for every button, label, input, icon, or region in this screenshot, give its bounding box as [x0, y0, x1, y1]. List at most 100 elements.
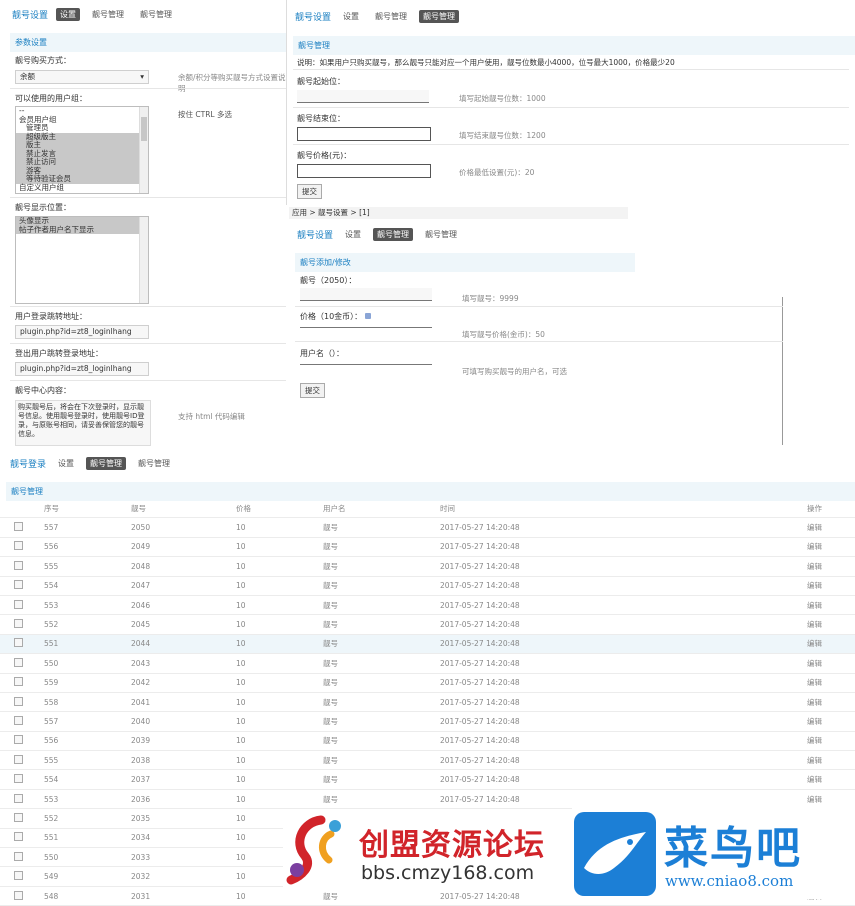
start-number-label: 靓号起始位： — [297, 77, 345, 86]
usergroup-listbox[interactable]: -- 会员用户组 管理员 超级版主 版主 禁止发言 禁止访问 游客 等待验证会员 自定义用户组 — [15, 106, 149, 194]
row-checkbox[interactable] — [14, 715, 23, 725]
table-row[interactable]: 555 2038 10 靓号 2017-05-27 14:20:48 编辑 — [0, 750, 855, 771]
tab-number-list[interactable]: 靓号管理 — [134, 457, 174, 470]
row-edit-link[interactable]: 编辑 — [807, 750, 855, 771]
row-checkbox[interactable] — [14, 522, 23, 532]
scrollbar[interactable] — [139, 217, 148, 303]
number-input[interactable] — [300, 288, 432, 301]
html-hint: 支持 html 代码编辑 — [178, 412, 245, 421]
table-row[interactable]: 556 2049 10 靓号 2017-05-27 14:20:48 编辑 — [0, 537, 855, 558]
row-checkbox[interactable] — [14, 599, 23, 609]
listbox-option[interactable]: 帖子作者用户名下显示 — [16, 225, 139, 234]
table-row[interactable]: 553 2036 10 靓号 2017-05-27 14:20:48 编辑 — [0, 789, 855, 810]
add-price-hint: 填写靓号价格(金币)：50 — [462, 330, 545, 339]
tab-number-list[interactable]: 靓号管理 — [419, 10, 460, 23]
logout-redirect-input[interactable]: plugin.php?id=zt8_loginlhang — [15, 362, 149, 376]
row-checkbox[interactable] — [14, 696, 23, 706]
submit-button[interactable]: 提交 — [297, 184, 322, 199]
row-checkbox[interactable] — [14, 638, 23, 648]
row-id: 555 — [44, 750, 131, 771]
buy-method-select[interactable]: 余额 ▾ — [15, 70, 149, 84]
row-checkbox[interactable] — [14, 851, 23, 861]
row-edit-link[interactable]: 编辑 — [807, 614, 855, 635]
buy-method-label: 靓号购买方式： — [15, 56, 71, 65]
scrollbar[interactable] — [139, 107, 148, 193]
row-time: 2017-05-27 14:20:48 — [440, 731, 807, 752]
tab-number-manage[interactable]: 靓号管理 — [371, 10, 411, 23]
row-checkbox[interactable] — [14, 657, 23, 667]
row-number: 2035 — [131, 808, 236, 829]
center-content-textarea[interactable]: 购买靓号后，将会在下次登录时，显示靓号信息。使用靓号登录时，使用靓号ID登录，与… — [15, 400, 151, 446]
row-number: 2048 — [131, 556, 236, 577]
add-submit-button[interactable]: 提交 — [300, 383, 325, 398]
table-row[interactable]: 555 2048 10 靓号 2017-05-27 14:20:48 编辑 — [0, 556, 855, 577]
center-content-label: 靓号中心内容： — [15, 386, 71, 395]
table-row[interactable]: 553 2046 10 靓号 2017-05-27 14:20:48 编辑 — [0, 595, 855, 616]
table-row[interactable]: 557 2050 10 靓号 2017-05-27 14:20:48 编辑 — [0, 517, 855, 538]
tab-settings[interactable]: 设置 — [56, 8, 81, 21]
table-row[interactable]: 550 2043 10 靓号 2017-05-27 14:20:48 编辑 — [0, 653, 855, 674]
username-input[interactable] — [300, 352, 432, 365]
row-id: 555 — [44, 556, 131, 577]
row-price: 10 — [236, 769, 323, 790]
row-checkbox[interactable] — [14, 871, 23, 881]
row-username: 靓号 — [323, 673, 440, 693]
table-row[interactable]: 552 2045 10 靓号 2017-05-27 14:20:48 编辑 — [0, 614, 855, 635]
row-checkbox[interactable] — [14, 735, 23, 745]
row-checkbox[interactable] — [14, 774, 23, 784]
row-checkbox[interactable] — [14, 580, 23, 590]
row-edit-link[interactable]: 编辑 — [807, 711, 855, 732]
table-row[interactable]: 557 2040 10 靓号 2017-05-27 14:20:48 编辑 — [0, 711, 855, 732]
add-price-input[interactable] — [300, 315, 432, 328]
row-checkbox[interactable] — [14, 793, 23, 803]
row-checkbox[interactable] — [14, 541, 23, 551]
row-checkbox[interactable] — [14, 832, 23, 842]
row-checkbox[interactable] — [14, 560, 23, 570]
tab-number-list[interactable]: 靓号管理 — [136, 8, 176, 21]
table-row[interactable]: 554 2037 10 靓号 2017-05-27 14:20:48 编辑 — [0, 769, 855, 790]
row-price: 10 — [236, 556, 323, 577]
row-edit-link[interactable]: 编辑 — [807, 653, 855, 674]
tab-settings[interactable]: 设置 — [54, 457, 78, 470]
login-redirect-input[interactable]: plugin.php?id=zt8_loginlhang — [15, 325, 149, 339]
tab-number-list[interactable]: 靓号管理 — [421, 228, 461, 241]
row-edit-link[interactable]: 编辑 — [807, 692, 855, 713]
row-checkbox[interactable] — [14, 619, 23, 629]
row-edit-link[interactable]: 编辑 — [807, 576, 855, 596]
row-number: 2034 — [131, 828, 236, 849]
row-price: 10 — [236, 789, 323, 810]
row-edit-link[interactable]: 编辑 — [807, 517, 855, 538]
row-price: 10 — [236, 673, 323, 693]
row-checkbox[interactable] — [14, 677, 23, 687]
row-edit-link[interactable]: 编辑 — [807, 537, 855, 558]
listbox-option[interactable]: 自定义用户组 — [16, 183, 139, 193]
start-number-input[interactable] — [297, 90, 429, 103]
tab-settings[interactable]: 设置 — [341, 228, 365, 241]
tab-number-manage[interactable]: 靓号管理 — [88, 8, 128, 21]
position-listbox[interactable]: 头像显示 帖子作者用户名下显示 — [15, 216, 149, 304]
row-edit-link[interactable]: 编辑 — [807, 731, 855, 752]
end-number-input[interactable] — [297, 127, 431, 141]
table-row[interactable]: 559 2042 10 靓号 2017-05-27 14:20:48 编辑 — [0, 673, 855, 693]
username-hint: 可填写购买靓号的用户名，可选 — [462, 367, 567, 376]
row-edit-link[interactable]: 编辑 — [807, 789, 855, 810]
chevron-down-icon: ▾ — [140, 72, 144, 81]
tab-number-manage[interactable]: 靓号管理 — [373, 228, 414, 241]
row-number: 2041 — [131, 692, 236, 713]
table-row[interactable]: 554 2047 10 靓号 2017-05-27 14:20:48 编辑 — [0, 576, 855, 596]
row-edit-link[interactable]: 编辑 — [807, 769, 855, 790]
row-edit-link[interactable]: 编辑 — [807, 634, 855, 655]
table-row[interactable]: 558 2041 10 靓号 2017-05-27 14:20:48 编辑 — [0, 692, 855, 713]
table-row[interactable]: 556 2039 10 靓号 2017-05-27 14:20:48 编辑 — [0, 731, 855, 752]
row-id: 554 — [44, 576, 131, 596]
tab-number-manage[interactable]: 靓号管理 — [86, 457, 127, 470]
table-row[interactable]: 551 2044 10 靓号 2017-05-27 14:20:48 编辑 — [0, 634, 855, 655]
row-edit-link[interactable]: 编辑 — [807, 556, 855, 577]
row-checkbox[interactable] — [14, 890, 23, 900]
row-checkbox[interactable] — [14, 812, 23, 822]
row-checkbox[interactable] — [14, 754, 23, 764]
row-edit-link[interactable]: 编辑 — [807, 673, 855, 693]
row-edit-link[interactable]: 编辑 — [807, 595, 855, 616]
tab-settings[interactable]: 设置 — [339, 10, 363, 23]
price-input[interactable] — [297, 164, 431, 178]
